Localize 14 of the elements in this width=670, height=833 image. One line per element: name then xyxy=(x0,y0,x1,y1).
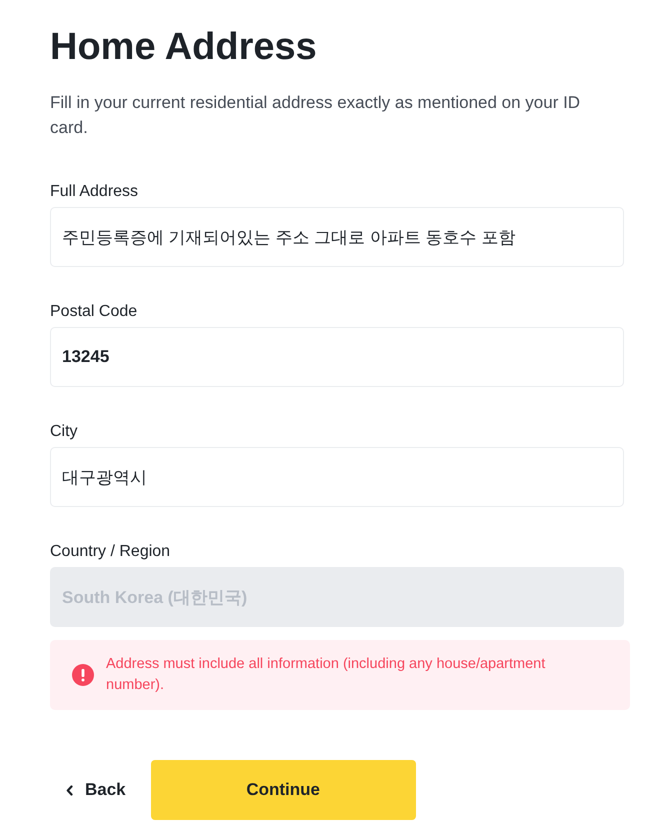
field-label: Postal Code xyxy=(50,302,138,322)
continue-button[interactable]: Continue xyxy=(150,760,416,820)
error-icon xyxy=(72,664,94,686)
field-label: Country / Region xyxy=(50,542,172,562)
field-label: City xyxy=(50,422,79,442)
field-label: Full Address xyxy=(50,182,140,202)
input-field[interactable]: 13245 xyxy=(50,327,624,387)
page-description: Fill in your current residential address exactly as mentioned on your ID card. xyxy=(50,92,582,139)
chevron-left-icon xyxy=(66,784,73,796)
input-field[interactable]: 주민등록증에 기재되어있는 주소 그대로 아파트 동호수 포함 xyxy=(50,207,624,267)
input-field[interactable]: 대구광역시 xyxy=(50,447,624,507)
back-button[interactable]: Back xyxy=(50,772,130,808)
page-title: Home Address xyxy=(50,25,318,70)
error-message: Address must include all information (including any house/apartment number). xyxy=(106,655,546,695)
